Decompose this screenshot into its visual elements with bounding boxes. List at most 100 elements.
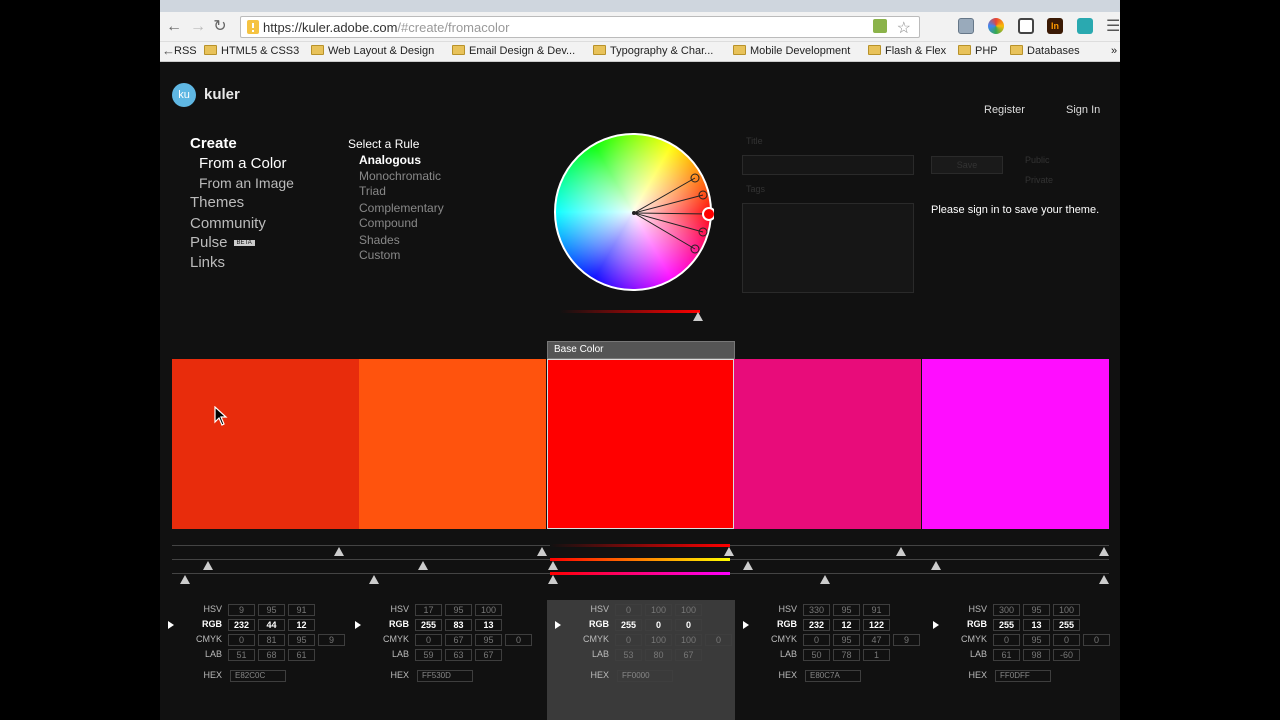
hsv-value-input[interactable]: 95 xyxy=(258,604,285,616)
hex-value-input[interactable]: FF0DFF xyxy=(995,670,1051,682)
bookmark-databases[interactable]: Databases xyxy=(1010,45,1080,57)
forward-icon[interactable]: → xyxy=(188,17,208,37)
cmyk-value-input[interactable]: 100 xyxy=(675,634,702,646)
swatch-5[interactable] xyxy=(922,359,1109,529)
hsv-value-input[interactable]: 100 xyxy=(675,604,702,616)
address-bar[interactable]: https://kuler.adobe.com/#create/fromacol… xyxy=(240,16,920,38)
rgb-value-input[interactable]: 44 xyxy=(258,619,285,631)
lab-value-input[interactable]: 50 xyxy=(803,649,830,661)
extension-swirl-icon[interactable] xyxy=(1077,18,1093,34)
rgb-value-input[interactable]: 12 xyxy=(833,619,860,631)
cmyk-value-input[interactable]: 0 xyxy=(993,634,1020,646)
cmyk-value-input[interactable]: 0 xyxy=(615,634,642,646)
brightness-handle[interactable] xyxy=(693,312,703,321)
slider-handle[interactable] xyxy=(369,575,379,584)
brightness-slider[interactable] xyxy=(560,310,700,313)
slider-handle[interactable] xyxy=(820,575,830,584)
lab-value-input[interactable]: 78 xyxy=(833,649,860,661)
cmyk-value-input[interactable]: 9 xyxy=(318,634,345,646)
rgb-value-input[interactable]: 255 xyxy=(1053,619,1080,631)
wheel-handles[interactable] xyxy=(554,133,714,293)
hsv-value-input[interactable]: 0 xyxy=(615,604,642,616)
tags-input[interactable] xyxy=(742,203,914,293)
rgb-value-input[interactable]: 13 xyxy=(475,619,502,631)
expand-icon[interactable] xyxy=(355,621,361,629)
bookmark-star-icon[interactable]: ☆ xyxy=(897,18,911,38)
hsv-value-input[interactable]: 95 xyxy=(833,604,860,616)
lab-value-input[interactable]: 67 xyxy=(475,649,502,661)
hsv-value-input[interactable]: 300 xyxy=(993,604,1020,616)
cmyk-value-input[interactable]: 0 xyxy=(505,634,532,646)
cmyk-value-input[interactable]: 95 xyxy=(288,634,315,646)
hsv-value-input[interactable]: 17 xyxy=(415,604,442,616)
expand-icon[interactable] xyxy=(933,621,939,629)
slider-handle[interactable] xyxy=(931,561,941,570)
cmyk-value-input[interactable]: 0 xyxy=(1083,634,1110,646)
rule-shades[interactable]: Shades xyxy=(359,233,400,247)
bookmark-rss[interactable]: RSS xyxy=(174,45,197,57)
rgb-value-input[interactable]: 255 xyxy=(415,619,442,631)
bookmark-mobile-development[interactable]: Mobile Development xyxy=(733,45,850,57)
expand-icon[interactable] xyxy=(555,621,561,629)
slider-handle[interactable] xyxy=(724,547,734,556)
expand-icon[interactable] xyxy=(743,621,749,629)
bookmarks-overflow-icon[interactable]: » xyxy=(1111,45,1117,57)
nav-themes[interactable]: Themes xyxy=(190,194,244,211)
rule-custom[interactable]: Custom xyxy=(359,248,400,262)
bookmark-web-layout[interactable]: Web Layout & Design xyxy=(311,45,434,57)
hsv-value-input[interactable]: 91 xyxy=(288,604,315,616)
lab-value-input[interactable]: 61 xyxy=(288,649,315,661)
nav-links[interactable]: Links xyxy=(190,254,225,271)
hsv-value-input[interactable]: 95 xyxy=(445,604,472,616)
lab-value-input[interactable]: 67 xyxy=(675,649,702,661)
indesign-icon[interactable]: In xyxy=(1047,18,1063,34)
lab-value-input[interactable]: 61 xyxy=(993,649,1020,661)
swatch-1[interactable] xyxy=(172,359,359,529)
cmyk-value-input[interactable]: 0 xyxy=(1053,634,1080,646)
cmyk-value-input[interactable]: 0 xyxy=(803,634,830,646)
cmyk-value-input[interactable]: 0 xyxy=(415,634,442,646)
slider-handle[interactable] xyxy=(334,547,344,556)
slider-handle[interactable] xyxy=(180,575,190,584)
rgb-value-input[interactable]: 232 xyxy=(228,619,255,631)
swatch-4[interactable] xyxy=(734,359,921,529)
swatch-2[interactable] xyxy=(359,359,546,529)
rgb-value-input[interactable]: 255 xyxy=(615,619,642,631)
rule-analogous[interactable]: Analogous xyxy=(359,153,421,167)
rule-monochromatic[interactable]: Monochromatic xyxy=(359,169,441,183)
slider-handle[interactable] xyxy=(203,561,213,570)
sign-in-link[interactable]: Sign In xyxy=(1066,104,1100,116)
nav-from-a-color[interactable]: From a Color xyxy=(199,155,287,172)
menu-icon[interactable]: ☰ xyxy=(1106,16,1120,36)
hex-value-input[interactable]: E82C0C xyxy=(230,670,286,682)
save-button[interactable]: Save xyxy=(931,156,1003,174)
cmyk-value-input[interactable]: 67 xyxy=(445,634,472,646)
rgb-value-input[interactable]: 13 xyxy=(1023,619,1050,631)
hex-value-input[interactable]: E80C7A xyxy=(805,670,861,682)
hsv-value-input[interactable]: 100 xyxy=(475,604,502,616)
lab-value-input[interactable]: 63 xyxy=(445,649,472,661)
title-input[interactable] xyxy=(742,155,914,175)
cmyk-value-input[interactable]: 95 xyxy=(833,634,860,646)
slider-handle[interactable] xyxy=(1099,575,1109,584)
lab-value-input[interactable]: 59 xyxy=(415,649,442,661)
window-icon[interactable] xyxy=(1018,18,1034,34)
rgb-value-input[interactable]: 83 xyxy=(445,619,472,631)
nav-from-an-image[interactable]: From an Image xyxy=(199,175,294,191)
hsv-value-input[interactable]: 100 xyxy=(645,604,672,616)
rgb-value-input[interactable]: 12 xyxy=(288,619,315,631)
swatch-3-base[interactable] xyxy=(547,359,734,529)
hex-value-input[interactable]: FF0000 xyxy=(617,670,673,682)
cmyk-value-input[interactable]: 47 xyxy=(863,634,890,646)
kuler-logo[interactable]: ku xyxy=(172,83,196,107)
rule-triad[interactable]: Triad xyxy=(359,184,386,198)
private-radio[interactable]: Private xyxy=(1025,175,1053,185)
hsv-value-input[interactable]: 330 xyxy=(803,604,830,616)
rule-complementary[interactable]: Complementary xyxy=(359,201,444,215)
cmyk-value-input[interactable]: 81 xyxy=(258,634,285,646)
cmyk-value-input[interactable]: 0 xyxy=(228,634,255,646)
hsv-value-input[interactable]: 9 xyxy=(228,604,255,616)
cmyk-value-input[interactable]: 95 xyxy=(475,634,502,646)
slider-handle[interactable] xyxy=(418,561,428,570)
brand-name[interactable]: kuler xyxy=(204,86,240,103)
